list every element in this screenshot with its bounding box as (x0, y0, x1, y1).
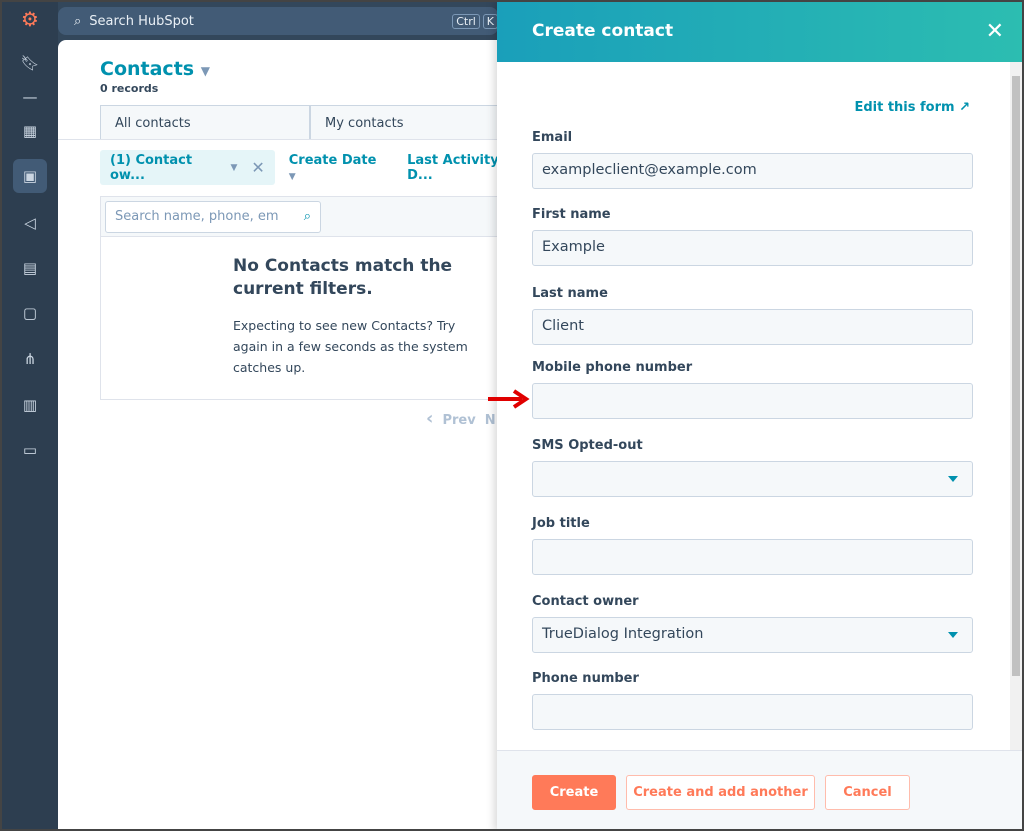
tab-my-contacts[interactable]: My contacts (310, 106, 520, 140)
page-title[interactable]: Contacts ▼ (100, 58, 210, 80)
cancel-button[interactable]: Cancel (825, 775, 910, 810)
next-button[interactable]: N (485, 413, 496, 428)
kbd-ctrl: Ctrl (452, 13, 480, 29)
empty-state-title: No Contacts match the current filters. (233, 256, 453, 299)
page-title-text: Contacts (100, 58, 195, 80)
scrollbar[interactable] (1010, 62, 1022, 750)
email-field: Email exampleclient@example.com (532, 130, 973, 189)
search-icon[interactable]: ⌕ (304, 209, 311, 225)
close-icon[interactable]: ✕ (986, 19, 1004, 44)
form-body: Edit this form ↗ Email exampleclient@exam… (497, 62, 1010, 750)
first-name-input[interactable]: Example (532, 230, 973, 266)
create-contact-panel: Create contact ✕ Edit this form ↗ Email e… (497, 0, 1022, 831)
field-label: Contact owner (532, 594, 639, 609)
field-label: Job title (532, 516, 590, 531)
external-link-icon: ↗ (959, 100, 970, 115)
field-label: First name (532, 207, 611, 222)
phone-number-field: Phone number (532, 671, 973, 730)
search-placeholder: Search name, phone, em (115, 209, 279, 224)
filter-bar: (1) Contact ow... ▼ ✕ Create Date ▼ Last A… (100, 150, 518, 185)
chevron-left-icon[interactable]: ‹ (426, 408, 433, 429)
field-label: SMS Opted-out (532, 438, 643, 453)
panel-footer: Create Create and add another Cancel (497, 750, 1022, 831)
contacts-icon[interactable]: ▣ (13, 159, 47, 193)
create-date-filter[interactable]: Create Date ▼ (289, 153, 379, 183)
job-title-input[interactable] (532, 539, 973, 575)
panel-header: Create contact ✕ (497, 0, 1022, 62)
reports-icon[interactable]: ▥ (13, 388, 47, 422)
tab-all-contacts[interactable]: All contacts (100, 106, 310, 140)
chevron-down-icon: ▼ (230, 162, 238, 173)
sms-opted-out-select[interactable] (532, 461, 973, 497)
first-name-field: First name Example (532, 207, 973, 266)
job-title-field: Job title (532, 516, 973, 575)
megaphone-icon[interactable]: ◁ (13, 206, 47, 240)
email-input[interactable]: exampleclient@example.com (532, 153, 973, 189)
global-search[interactable]: ⌕ Search HubSpot Ctrl K (58, 7, 498, 35)
caret-down-icon (948, 632, 958, 638)
kbd-k: K (482, 13, 498, 29)
view-tabs: All contacts My contacts (100, 105, 520, 140)
wallet-icon[interactable]: ▢ (13, 296, 47, 330)
edit-form-link[interactable]: Edit this form ↗ (854, 100, 970, 115)
last-name-input[interactable]: Client (532, 309, 973, 345)
mobile-phone-field: Mobile phone number (532, 360, 973, 419)
select-value: TrueDialog Integration (542, 626, 704, 642)
contact-owner-field: Contact owner TrueDialog Integration (532, 594, 973, 653)
create-button[interactable]: Create (532, 775, 616, 810)
chevron-down-icon: ▼ (288, 171, 296, 182)
field-label: Email (532, 130, 573, 145)
folder-icon[interactable]: ▭ (13, 433, 47, 467)
bookmark-icon[interactable]: 🔖︎ (13, 46, 47, 80)
filter-label: (1) Contact ow... (110, 152, 193, 183)
search-input[interactable]: Search name, phone, em ⌕ (105, 201, 321, 233)
chevron-down-icon: ▼ (200, 64, 210, 78)
create-and-add-another-button[interactable]: Create and add another (626, 775, 815, 810)
scrollbar-thumb[interactable] (1012, 76, 1020, 676)
last-name-field: Last name Client (532, 286, 973, 345)
search-placeholder: Search HubSpot (89, 13, 194, 29)
search-icon: ⌕ (74, 13, 82, 29)
contact-owner-select[interactable]: TrueDialog Integration (532, 617, 973, 653)
prev-button[interactable]: Prev (442, 413, 475, 428)
close-icon[interactable]: ✕ (251, 158, 264, 177)
empty-state-text: Expecting to see new Contacts? Try again… (233, 318, 468, 375)
network-icon[interactable]: ⋔ (13, 342, 47, 376)
mobile-phone-input[interactable] (532, 383, 973, 419)
filter-label: Create Date (288, 152, 377, 168)
phone-number-input[interactable] (532, 694, 973, 730)
grid-icon[interactable]: ▦ (13, 114, 47, 148)
edit-form-label: Edit this form (854, 100, 955, 115)
field-label: Mobile phone number (532, 360, 693, 375)
record-count: 0 records (100, 82, 159, 95)
sidebar: ⚙ 🔖︎ — ▦ ▣ ◁ ▤ ▢ ⋔ ▥ ▭ (0, 0, 58, 831)
divider (58, 139, 518, 140)
contacts-page: Contacts ▼ 0 records All contacts My con… (58, 40, 520, 831)
divider-icon: — (22, 88, 38, 106)
red-arrow-annotation (488, 389, 530, 409)
field-label: Phone number (532, 671, 639, 686)
caret-down-icon (948, 476, 958, 482)
field-label: Last name (532, 286, 608, 301)
sms-opted-out-field: SMS Opted-out (532, 438, 973, 497)
contact-owner-filter[interactable]: (1) Contact ow... ▼ ✕ (100, 150, 275, 185)
document-icon[interactable]: ▤ (13, 251, 47, 285)
panel-title: Create contact (532, 21, 674, 41)
results-card: Search name, phone, em ⌕ No Contacts matc… (100, 196, 520, 400)
hubspot-logo-icon[interactable]: ⚙ (13, 2, 47, 36)
pagination: ‹ Prev N (426, 408, 496, 429)
